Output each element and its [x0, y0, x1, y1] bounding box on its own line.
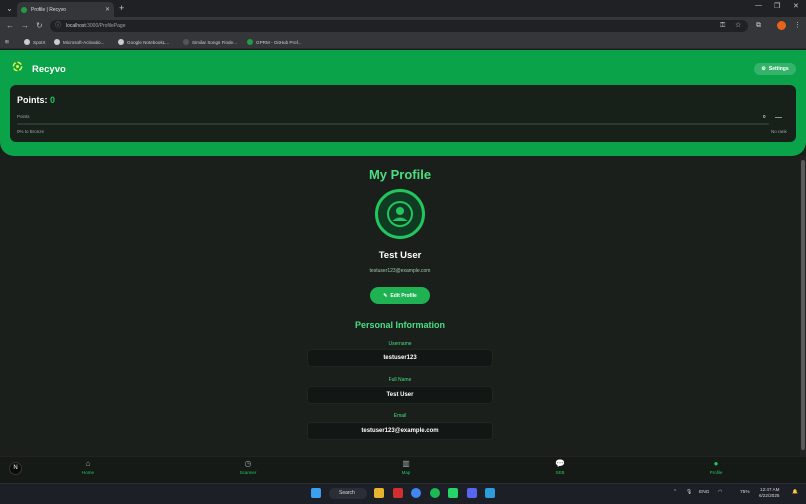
personal-info-title: Personal Information [354, 320, 445, 330]
edit-profile-button[interactable]: ✎ Edit Profile [370, 287, 430, 304]
bookmark-microsoft-activation[interactable]: Microsoft-Activatio... [54, 39, 104, 45]
profile-name: Test User [378, 250, 422, 261]
gprm-icon [247, 39, 253, 45]
nav-scanner[interactable]: ◷ Scanner [228, 459, 268, 475]
user-circle-icon [387, 201, 413, 227]
chrome-menu-icon[interactable]: ⋮ [794, 20, 801, 32]
taskbar-search[interactable]: Search [329, 488, 367, 499]
bookmark-google-notebooklm[interactable]: Google NotebookL... [118, 39, 169, 45]
settings-label: Settings [768, 66, 789, 72]
nav-seb[interactable]: 💬 SEB [540, 459, 580, 475]
music-icon [183, 39, 189, 45]
forward-icon[interactable]: → [21, 20, 29, 32]
tab-title: Profile | Recyvo [31, 6, 66, 13]
avatar [375, 189, 425, 239]
bookmark-similar-songs[interactable]: Similar Songs Finde... [183, 39, 237, 45]
clock-icon: ◷ [244, 459, 252, 468]
user-icon: ● [713, 459, 719, 468]
points-card [10, 85, 796, 142]
settings-button[interactable]: ⚙ Settings [754, 63, 796, 75]
taskbar-clock[interactable]: 12:47 AM 6/22/2025 [759, 487, 779, 499]
notebooklm-icon [118, 39, 124, 45]
url-path: :3000/ProfilePage [85, 23, 126, 29]
scrollbar-thumb[interactable] [801, 160, 805, 450]
extensions-icon[interactable]: ⧉ [756, 20, 761, 32]
rank-status: No rank [771, 129, 787, 134]
points-progress-bar [17, 123, 769, 125]
bookmark-gprm[interactable]: GPRM - GitHub Prof... [247, 39, 302, 45]
nav-map[interactable]: ▥ Map [386, 459, 426, 475]
battery-level[interactable]: 75% [740, 490, 750, 495]
fullname-field: Test User [307, 386, 493, 404]
browser-toolbar: ← → ↻ ⓘ localhost:3000/ProfilePage ⚿ ☆ ⧉… [0, 17, 806, 35]
vscode-icon[interactable] [485, 488, 495, 498]
rank-placeholder: — [775, 114, 782, 121]
tab-favicon-icon [21, 6, 27, 13]
tab-close-icon[interactable]: ✕ [105, 6, 110, 13]
microphone-icon[interactable]: 🎙 [686, 490, 692, 495]
back-icon[interactable]: ← [6, 20, 14, 32]
email-field: testuser123@example.com [307, 422, 493, 440]
clock-date: 6/22/2025 [759, 493, 780, 498]
recyvo-logo-icon [12, 61, 23, 72]
site-info-icon[interactable]: ⓘ [55, 20, 61, 32]
bookmark-spotx[interactable]: SpotX [24, 39, 46, 45]
password-key-icon[interactable]: ⚿ [720, 20, 725, 32]
app-brand: Recyvo [32, 64, 66, 75]
bookmarks-bar: ⊞ SpotX Microsoft-Activatio... Google No… [0, 35, 806, 49]
tab-search-icon[interactable]: ⌄ [4, 3, 15, 14]
url-host: localhost [66, 23, 86, 29]
points-title: Points: 0 [17, 95, 56, 105]
file-explorer-icon[interactable] [374, 488, 384, 498]
n-badge[interactable]: N [9, 462, 22, 475]
whatsapp-icon[interactable] [448, 488, 458, 498]
edit-icon: ✎ [383, 292, 388, 299]
github-icon [24, 39, 30, 45]
wifi-icon[interactable]: ◠ [718, 490, 722, 495]
username-label: Username [388, 341, 412, 347]
new-tab-icon[interactable]: + [119, 3, 124, 14]
nav-profile[interactable]: ● Profile [696, 459, 736, 475]
tray-overflow-icon[interactable]: ⌃ [673, 490, 677, 495]
browser-tab[interactable]: Profile | Recyvo ✕ [17, 2, 114, 17]
page-title: My Profile [368, 167, 432, 182]
notifications-icon[interactable]: 🔔 [792, 490, 798, 495]
language-indicator[interactable]: ENG [699, 490, 709, 495]
chrome-icon[interactable] [411, 488, 421, 498]
reload-icon[interactable]: ↻ [36, 20, 43, 32]
nav-home[interactable]: ⌂ Home [68, 459, 108, 475]
browser-profile-avatar[interactable] [777, 21, 786, 30]
spotify-icon[interactable] [430, 488, 440, 498]
fullname-label: Full Name [388, 377, 412, 383]
points-value: 0 [50, 95, 56, 105]
windows-start-icon[interactable] [311, 488, 321, 498]
user-gear-icon: ⚙ [761, 66, 766, 72]
points-label: Points [17, 114, 30, 119]
github-icon [54, 39, 60, 45]
home-icon: ⌂ [85, 459, 91, 468]
apps-grid-icon[interactable]: ⊞ [5, 39, 9, 45]
map-icon: ▥ [402, 459, 410, 468]
username-field: testuser123 [307, 349, 493, 367]
bookmark-star-icon[interactable]: ☆ [735, 20, 741, 32]
l-app-icon[interactable] [393, 488, 403, 498]
restore-icon[interactable]: ❐ [774, 2, 780, 10]
window-close-icon[interactable]: ✕ [793, 2, 799, 10]
address-bar[interactable]: ⓘ localhost:3000/ProfilePage [50, 20, 748, 32]
messenger-icon[interactable] [467, 488, 477, 498]
email-label: Email [393, 413, 407, 419]
browser-tab-strip: ⌄ Profile | Recyvo ✕ + — ❐ ✕ [0, 0, 806, 17]
profile-email: testuser123@example.com [369, 268, 431, 274]
points-right-value: 0 [763, 114, 766, 119]
chat-icon: 💬 [555, 459, 565, 468]
progress-to-bronze: 0% to Bronze [17, 129, 45, 134]
minimize-icon[interactable]: — [755, 2, 762, 9]
